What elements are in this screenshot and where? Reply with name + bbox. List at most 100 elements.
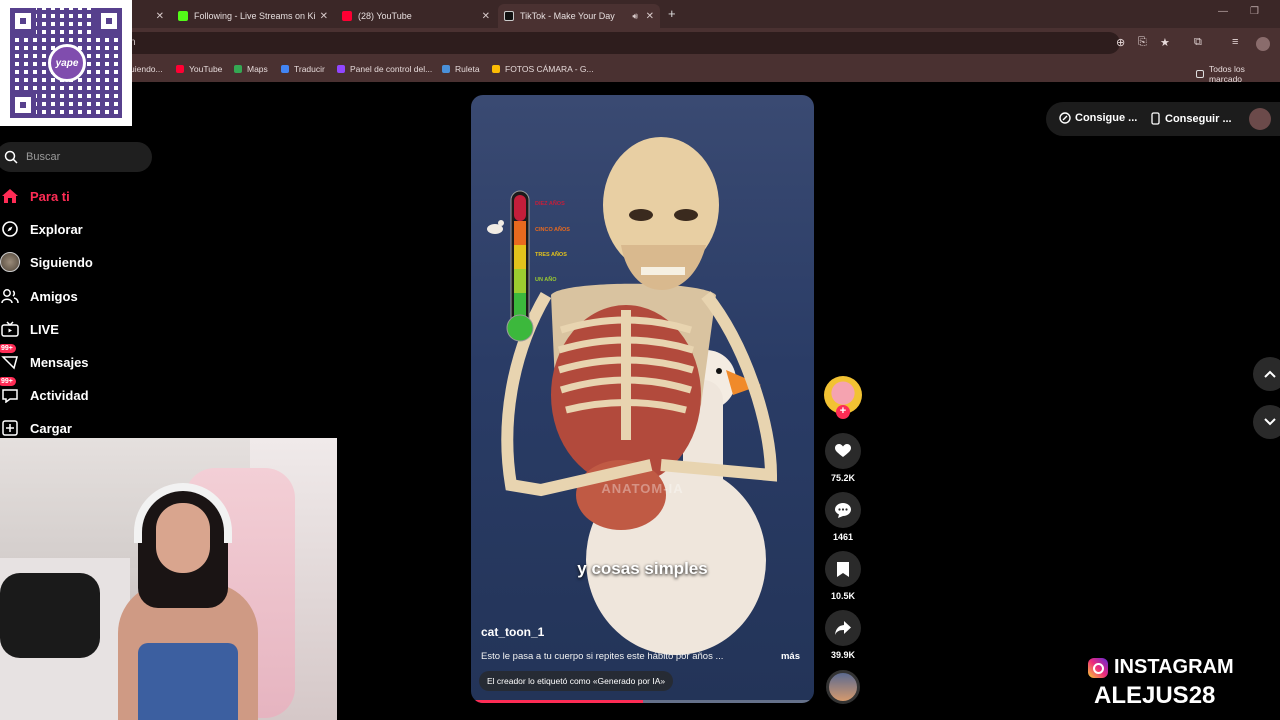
- notification-badge: 99+: [0, 344, 16, 353]
- sidebar-item-cargar[interactable]: Cargar: [0, 417, 72, 439]
- tab-tiktok[interactable]: TikTok - Make Your Day 🔊︎ ✕: [498, 4, 660, 28]
- backpack: [0, 573, 100, 658]
- friends-icon: [0, 287, 20, 305]
- bookmark-label: Todos los marcado: [1208, 64, 1245, 84]
- bookmark-item[interactable]: uiendo...: [130, 64, 163, 74]
- profile-avatar[interactable]: [1256, 37, 1270, 51]
- save-button[interactable]: [825, 551, 861, 587]
- sidebar-item-label: Para ti: [30, 188, 70, 204]
- share-action[interactable]: 39.9K: [824, 610, 862, 660]
- ai-generated-label: El creador lo etiquetó como «Generado po…: [479, 671, 674, 691]
- video-author[interactable]: cat_toon_1: [481, 625, 544, 639]
- bookmark-label: Maps: [247, 64, 268, 74]
- roulette-icon: [442, 65, 450, 73]
- close-icon[interactable]: ✕: [156, 11, 164, 22]
- bookmark-label: FOTOS CÁMARA - G...: [505, 64, 594, 74]
- minimize-icon[interactable]: —: [1218, 6, 1228, 17]
- sound-disc[interactable]: [826, 670, 860, 704]
- install-icon[interactable]: ⎘: [1138, 36, 1147, 49]
- restore-icon[interactable]: ❐: [1250, 6, 1259, 17]
- comment-action[interactable]: 1461: [824, 492, 862, 542]
- speaker-icon[interactable]: 🔊︎: [632, 11, 638, 22]
- bookmark-item[interactable]: Maps: [234, 64, 268, 74]
- get-app-button[interactable]: Conseguir ...: [1151, 112, 1232, 125]
- zoom-icon[interactable]: ⊕: [1116, 36, 1125, 49]
- bookmark-item[interactable]: Traducir: [281, 64, 325, 74]
- bookmark-item[interactable]: YouTube: [176, 64, 222, 74]
- share-count: 39.9K: [830, 650, 856, 660]
- share-icon: [835, 621, 851, 635]
- more-button[interactable]: más: [781, 651, 800, 662]
- sidebar-item-label: LIVE: [30, 321, 59, 337]
- save-count: 10.5K: [830, 591, 856, 601]
- new-tab-button[interactable]: +: [668, 6, 676, 21]
- follow-plus-icon[interactable]: +: [836, 405, 850, 419]
- bookmark-icon: [837, 561, 849, 577]
- thermometer-label: UN AÑO: [535, 277, 557, 283]
- get-coins-label: Consigue ...: [1075, 112, 1138, 124]
- bookmark-label: YouTube: [189, 64, 223, 74]
- like-button[interactable]: [825, 433, 861, 469]
- screen: ✕ Following - Live Streams on Ki ✕ (28) …: [0, 0, 1280, 720]
- sidebar-item-siguiendo[interactable]: Siguiendo: [0, 251, 93, 273]
- translate-icon: [281, 65, 289, 73]
- close-icon[interactable]: ✕: [482, 11, 490, 22]
- close-icon[interactable]: ✕: [646, 11, 654, 22]
- maps-icon: [234, 65, 242, 73]
- bookmark-item[interactable]: FOTOS CÁMARA - G...: [492, 64, 594, 74]
- video-frame: [487, 137, 778, 655]
- tab-kick[interactable]: Following - Live Streams on Ki ✕: [172, 4, 334, 28]
- sidebar-item-amigos[interactable]: Amigos: [0, 285, 78, 307]
- bookmark-item[interactable]: Panel de control del...: [337, 64, 432, 74]
- tab-label: TikTok - Make Your Day: [520, 11, 615, 21]
- like-count: 75.2K: [830, 473, 856, 483]
- qr-pattern: yape: [10, 8, 122, 118]
- instagram-handle: ALEJUS28: [1094, 682, 1216, 709]
- media-icon[interactable]: ≡: [1232, 36, 1238, 48]
- share-button[interactable]: [825, 610, 861, 646]
- comment-button[interactable]: [825, 492, 861, 528]
- notification-badge: 99+: [0, 377, 16, 386]
- bookmark-label: Ruleta: [455, 64, 480, 74]
- like-action[interactable]: 75.2K: [824, 433, 862, 483]
- star-icon[interactable]: ★: [1160, 36, 1170, 49]
- profile-avatar[interactable]: [1249, 108, 1271, 130]
- instagram-label: INSTAGRAM: [1114, 656, 1234, 678]
- video-player[interactable]: DIEZ AÑOS CINCO AÑOS TRES AÑOS UN AÑO AN…: [471, 95, 814, 703]
- all-bookmarks[interactable]: Todos los marcado: [1196, 64, 1280, 84]
- kick-icon: [178, 11, 188, 21]
- omnibox[interactable]: n: [120, 32, 1120, 54]
- video-progress-bar[interactable]: [471, 700, 814, 703]
- close-icon[interactable]: ✕: [320, 11, 328, 22]
- yape-qr-code: yape: [0, 0, 132, 126]
- sidebar-item-mensajes[interactable]: 99+ Mensajes: [0, 344, 89, 373]
- qr-finder: [96, 8, 122, 34]
- upload-icon: [0, 419, 20, 437]
- next-video-button[interactable]: [1253, 405, 1280, 439]
- following-avatar-icon: [0, 252, 20, 272]
- youtube-icon: [342, 11, 352, 21]
- extensions-icon[interactable]: ⧉: [1194, 36, 1202, 49]
- get-app-label: Conseguir ...: [1165, 112, 1232, 125]
- sidebar-item-actividad[interactable]: 99+ Actividad: [0, 377, 89, 406]
- tab-label: Following - Live Streams on Ki: [194, 11, 316, 21]
- chevron-down-icon: [1264, 418, 1276, 426]
- tab-close-partial[interactable]: ✕: [150, 4, 170, 28]
- search-input[interactable]: Buscar: [0, 142, 152, 172]
- comment-count: 1461: [832, 532, 854, 542]
- activity-icon: 99+: [0, 377, 20, 404]
- save-action[interactable]: 10.5K: [824, 551, 862, 601]
- bookmark-label: uiendo...: [130, 64, 163, 74]
- get-coins-button[interactable]: Consigue ...: [1059, 112, 1137, 124]
- sidebar-item-para-ti[interactable]: Para ti: [0, 185, 70, 207]
- qr-finder: [10, 92, 36, 118]
- sidebar-item-explorar[interactable]: Explorar: [0, 218, 83, 240]
- phone-icon: [1151, 112, 1160, 125]
- tab-youtube[interactable]: (28) YouTube ✕: [336, 4, 496, 28]
- bookmark-label: Traducir: [294, 64, 325, 74]
- sidebar-item-live[interactable]: LIVE: [0, 318, 59, 340]
- bookmark-item[interactable]: Ruleta: [442, 64, 480, 74]
- previous-video-button[interactable]: [1253, 357, 1280, 391]
- tab-label: (28) YouTube: [358, 11, 412, 21]
- thermometer-label: DIEZ AÑOS: [535, 201, 565, 207]
